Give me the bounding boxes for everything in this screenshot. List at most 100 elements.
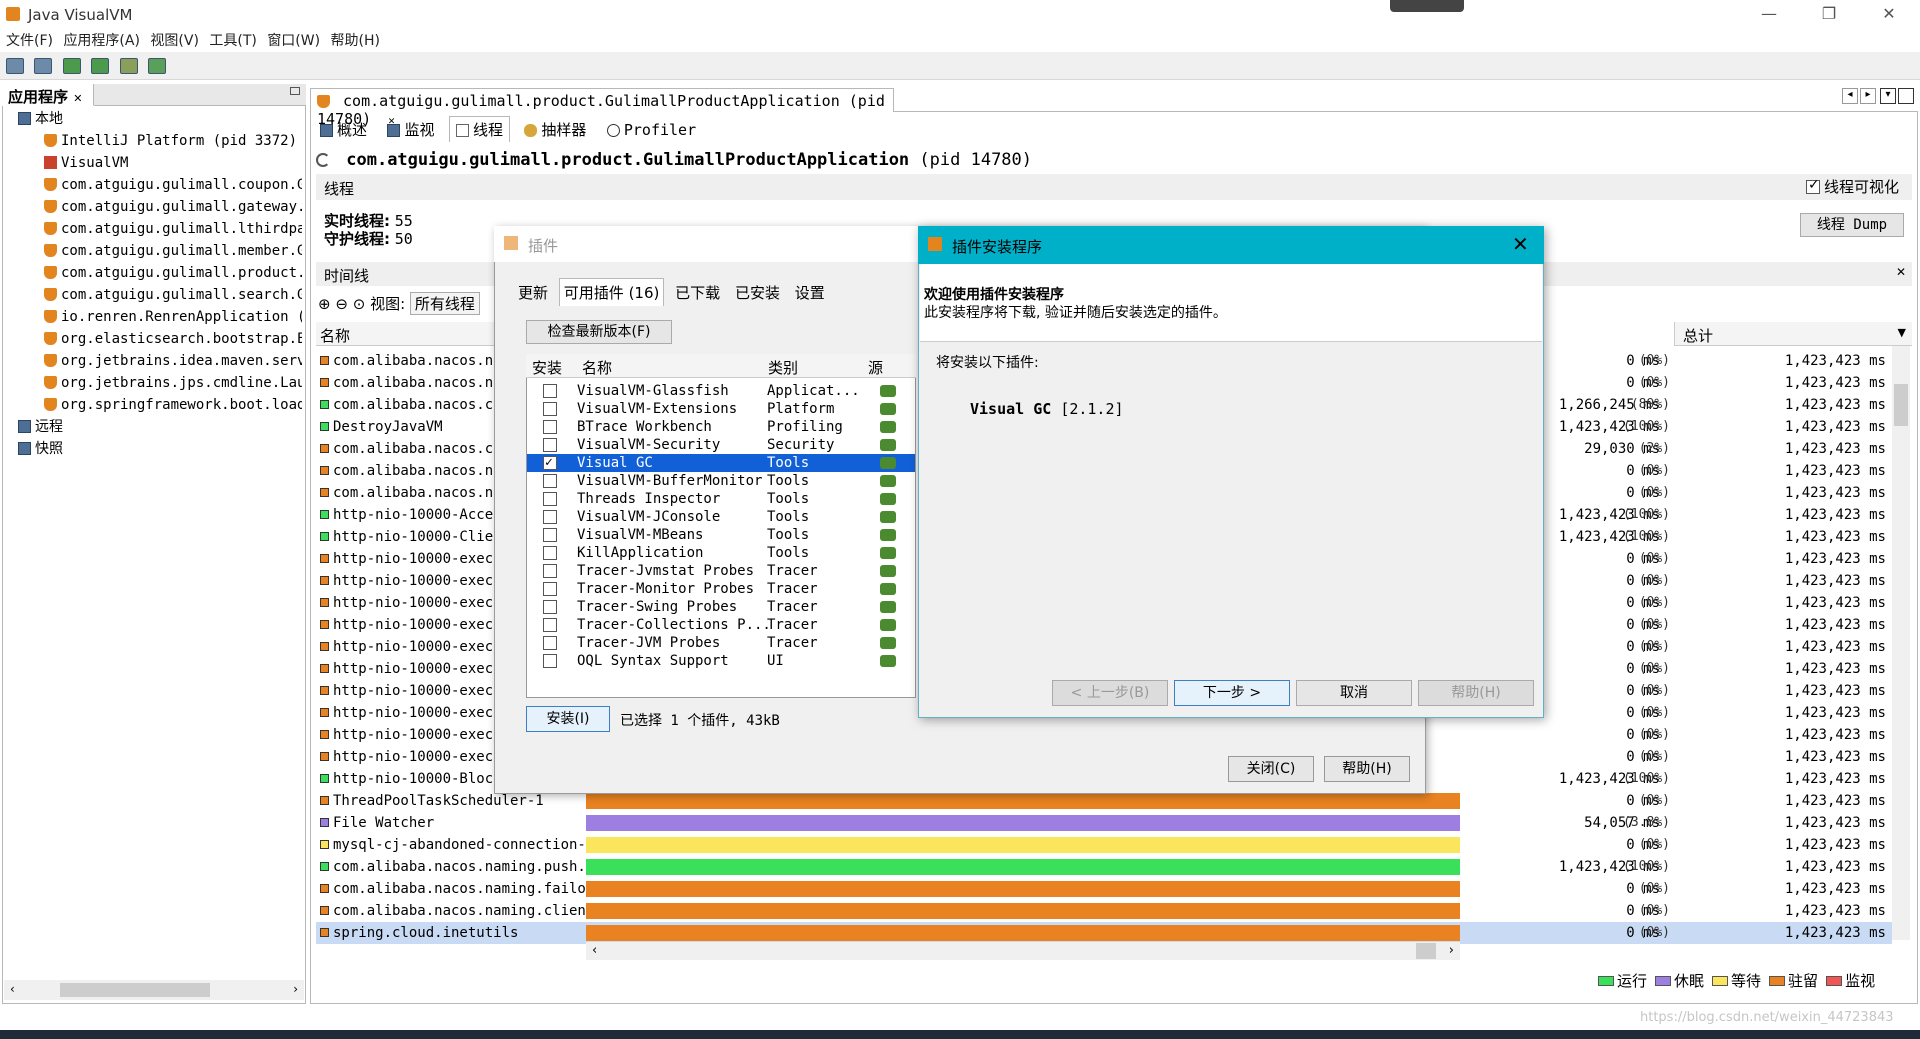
minimize-button[interactable]: — bbox=[1754, 4, 1784, 23]
tab-right-icon[interactable]: ▸ bbox=[1860, 88, 1876, 104]
scroll-right-icon[interactable]: › bbox=[1449, 943, 1454, 958]
install-checkbox[interactable] bbox=[543, 438, 557, 452]
install-checkbox[interactable] bbox=[543, 654, 557, 668]
install-checkbox[interactable] bbox=[543, 582, 557, 596]
plugin-row[interactable]: VisualVM-MBeans Tools bbox=[527, 526, 915, 544]
plugin-row[interactable]: Tracer-Jvmstat Probes Tracer bbox=[527, 562, 915, 580]
thread-dump-icon[interactable] bbox=[91, 58, 110, 74]
back-button[interactable]: < 上一步(B) bbox=[1052, 680, 1168, 706]
tree-item[interactable]: com.atguigu.gulimall.product.G bbox=[44, 262, 302, 284]
plugin-row[interactable]: KillApplication Tools bbox=[527, 544, 915, 562]
install-checkbox[interactable] bbox=[543, 528, 557, 542]
plugin-row[interactable]: VisualVM-BufferMonitor Tools bbox=[527, 472, 915, 490]
column-category[interactable]: 类别 bbox=[768, 357, 798, 378]
thread-row-name[interactable]: com.alibaba.nacos.naming.push.re bbox=[316, 856, 586, 878]
check-latest-button[interactable]: 检查最新版本(F) bbox=[526, 320, 672, 344]
add-jmx-icon[interactable] bbox=[148, 58, 167, 74]
scrollbar-thumb[interactable] bbox=[1416, 943, 1436, 959]
tree-item[interactable]: org.elasticsearch.bootstrap.El bbox=[44, 328, 302, 350]
plugin-row[interactable]: Tracer-Swing Probes Tracer bbox=[527, 598, 915, 616]
maximize-window-icon[interactable] bbox=[1898, 88, 1914, 104]
scroll-left-icon[interactable]: ‹ bbox=[592, 943, 597, 958]
tree-item[interactable]: org.jetbrains.idea.maven.serve bbox=[44, 350, 302, 372]
install-checkbox[interactable] bbox=[543, 510, 557, 524]
thread-row-name[interactable]: mysql-cj-abandoned-connection-cl bbox=[316, 834, 586, 856]
tree-item[interactable]: org.jetbrains.jps.cmdline.Laun bbox=[44, 372, 302, 394]
install-checkbox[interactable] bbox=[543, 402, 557, 416]
tab-overview[interactable]: 概述 bbox=[314, 117, 373, 142]
tree-item[interactable]: IntelliJ Platform (pid 3372) bbox=[44, 130, 302, 152]
plugin-row[interactable]: OQL Syntax Support UI bbox=[527, 652, 915, 670]
menu-view[interactable]: 视图(V) bbox=[150, 30, 199, 52]
timeline-scrollbar[interactable]: ‹ › bbox=[586, 942, 1460, 960]
thread-row-name[interactable]: File Watcher bbox=[316, 812, 586, 834]
tab-list-icon[interactable]: ▾ bbox=[1880, 88, 1896, 104]
column-menu-icon[interactable]: ▼ bbox=[1898, 326, 1906, 339]
tab-threads[interactable]: 线程 bbox=[448, 116, 510, 142]
thread-row-name[interactable]: spring.cloud.inetutils bbox=[316, 922, 586, 944]
zoom-in-icon[interactable]: ⊕ bbox=[318, 295, 331, 313]
install-checkbox[interactable] bbox=[543, 474, 557, 488]
document-tab[interactable]: com.atguigu.gulimall.product.GulimallPro… bbox=[310, 88, 894, 128]
column-install[interactable]: 安装 bbox=[532, 357, 562, 378]
tree-item[interactable]: com.atguigu.gulimall.gateway.G bbox=[44, 196, 302, 218]
tree-item[interactable]: 快照 bbox=[18, 438, 302, 460]
vertical-scrollbar[interactable] bbox=[1892, 346, 1910, 940]
tree-item[interactable]: com.atguigu.gulimall.search.Gu bbox=[44, 284, 302, 306]
tab-settings[interactable]: 设置 bbox=[791, 279, 829, 306]
column-source[interactable]: 源 bbox=[868, 357, 883, 378]
tab-updates[interactable]: 更新 bbox=[514, 279, 552, 306]
maximize-button[interactable]: ❐ bbox=[1814, 4, 1844, 23]
save-icon[interactable] bbox=[34, 58, 53, 74]
checkbox-icon[interactable] bbox=[1806, 177, 1820, 194]
scrollbar-thumb[interactable] bbox=[60, 983, 210, 997]
thread-visualization-checkbox[interactable]: 线程可视化 bbox=[1806, 176, 1899, 197]
install-button[interactable]: 安装(I) bbox=[526, 706, 610, 732]
tree-item[interactable]: org.springframework.boot.loade bbox=[44, 394, 302, 416]
plugin-row[interactable]: Tracer-JVM Probes Tracer bbox=[527, 634, 915, 652]
column-header-total[interactable]: 总计 ▼ bbox=[1674, 322, 1912, 346]
tab-installed[interactable]: 已安装 bbox=[731, 279, 784, 306]
horizontal-scrollbar[interactable]: ‹ › bbox=[4, 980, 304, 1000]
plugin-row[interactable]: VisualVM-Glassfish Applicat... bbox=[527, 382, 915, 400]
snapshot-icon[interactable] bbox=[119, 58, 138, 74]
plugin-row[interactable]: BTrace Workbench Profiling bbox=[527, 418, 915, 436]
install-checkbox[interactable] bbox=[543, 636, 557, 650]
minimize-panel-icon[interactable] bbox=[290, 87, 300, 95]
install-checkbox[interactable] bbox=[543, 454, 557, 472]
tree-item[interactable]: com.atguigu.gulimall.member.Gu bbox=[44, 240, 302, 262]
tree-item[interactable]: 本地 bbox=[18, 108, 302, 130]
installer-help-button[interactable]: 帮助(H) bbox=[1418, 680, 1534, 706]
plugin-row[interactable]: VisualVM-Extensions Platform bbox=[527, 400, 915, 418]
next-button[interactable]: 下一步 > bbox=[1174, 680, 1290, 706]
applications-tab[interactable]: 应用程序 ✕ bbox=[2, 84, 94, 106]
thread-dump-button[interactable]: 线程 Dump bbox=[1800, 213, 1904, 237]
install-checkbox[interactable] bbox=[543, 384, 557, 398]
help-button[interactable]: 帮助(H) bbox=[1324, 756, 1410, 782]
cancel-button[interactable]: 取消 bbox=[1296, 680, 1412, 706]
plugin-row[interactable]: Threads Inspector Tools bbox=[527, 490, 915, 508]
install-checkbox[interactable] bbox=[543, 492, 557, 506]
menu-tools[interactable]: 工具(T) bbox=[209, 30, 256, 52]
tab-sampler[interactable]: 抽样器 bbox=[518, 117, 592, 142]
zoom-fit-icon[interactable]: ⊙ bbox=[353, 295, 366, 313]
tree-item[interactable]: VisualVM bbox=[44, 152, 302, 174]
close-button[interactable]: 关闭(C) bbox=[1228, 756, 1314, 782]
install-checkbox[interactable] bbox=[543, 618, 557, 632]
tab-monitor[interactable]: 监视 bbox=[381, 117, 440, 142]
close-timeline-icon[interactable]: ✕ bbox=[1896, 265, 1906, 279]
install-checkbox[interactable] bbox=[543, 420, 557, 434]
open-file-icon[interactable] bbox=[6, 58, 24, 74]
menu-application[interactable]: 应用程序(A) bbox=[63, 30, 140, 52]
close-tab-icon[interactable]: ✕ bbox=[73, 92, 82, 105]
install-checkbox[interactable] bbox=[543, 564, 557, 578]
tab-downloaded[interactable]: 已下载 bbox=[671, 279, 724, 306]
tree-item[interactable]: io.renren.RenrenApplication (p bbox=[44, 306, 302, 328]
tab-profiler[interactable]: Profiler bbox=[601, 119, 702, 141]
plugin-row[interactable]: Tracer-Monitor Probes Tracer bbox=[527, 580, 915, 598]
zoom-out-icon[interactable]: ⊖ bbox=[335, 295, 348, 313]
plugin-row[interactable]: Tracer-Collections P... Tracer bbox=[527, 616, 915, 634]
column-name[interactable]: 名称 bbox=[582, 357, 612, 378]
scrollbar-thumb[interactable] bbox=[1894, 384, 1908, 426]
thread-row-name[interactable]: com.alibaba.nacos.naming.failove bbox=[316, 878, 586, 900]
